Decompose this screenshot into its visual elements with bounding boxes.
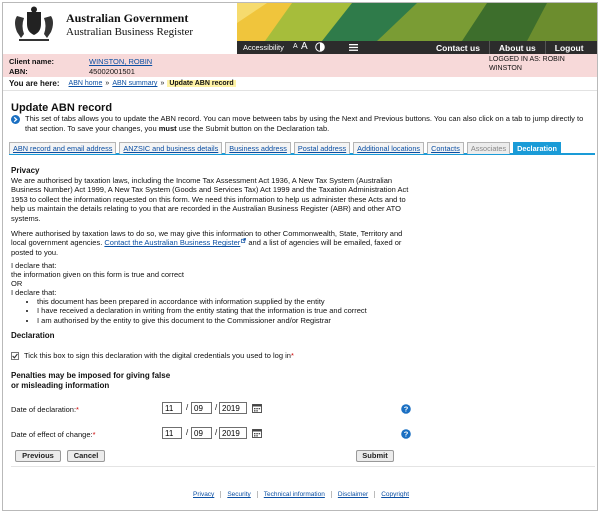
declaration-date-label: Date of declaration:* bbox=[11, 405, 79, 414]
checkbox-label-text: Tick this box to sign this declaration w… bbox=[24, 351, 291, 360]
contact-us-link[interactable]: Contact us bbox=[427, 41, 489, 54]
breadcrumb-abn-summary[interactable]: ABN summary bbox=[112, 80, 157, 87]
abn-label: ABN: bbox=[9, 67, 28, 76]
privacy-paragraph-2: Where authorised by taxation laws to do … bbox=[11, 229, 411, 257]
effect-year-input[interactable] bbox=[219, 427, 247, 439]
accessibility-link[interactable]: Accessibility bbox=[243, 43, 284, 52]
breadcrumb-separator: » bbox=[160, 80, 165, 87]
list-item: this document has been prepared in accor… bbox=[37, 297, 367, 306]
help-icon[interactable]: ? bbox=[401, 429, 411, 439]
list-item: I am authorised by the entity to give th… bbox=[37, 316, 367, 325]
tab-business-address[interactable]: Business address bbox=[225, 142, 291, 154]
page-frame: Australian Government Australian Busines… bbox=[2, 2, 598, 511]
date-separator: / bbox=[186, 428, 189, 437]
required-mark: * bbox=[76, 405, 79, 414]
footer-security-link[interactable]: Security bbox=[220, 491, 256, 498]
date-separator: / bbox=[215, 428, 218, 437]
breadcrumb: You are here: ABN home » ABN summary » U… bbox=[9, 79, 236, 88]
help-icon[interactable]: ? bbox=[401, 404, 411, 414]
date-separator: / bbox=[215, 403, 218, 412]
form-divider bbox=[11, 466, 595, 467]
tab-abn-record-and-email[interactable]: ABN record and email address bbox=[9, 142, 117, 154]
abn-value: 45002001501 bbox=[89, 67, 135, 76]
required-mark: * bbox=[92, 430, 96, 439]
intro-text-end: use the Submit button on the Declaration… bbox=[176, 123, 330, 133]
declaration-month-input[interactable] bbox=[191, 402, 212, 414]
section-tabs: ABN record and email address ANZSIC and … bbox=[9, 142, 595, 155]
declare-or: OR bbox=[11, 279, 23, 288]
header-banner-graphic bbox=[237, 3, 597, 41]
declare-intro-2: I declare that: bbox=[11, 288, 57, 297]
footer-technical-information-link[interactable]: Technical information bbox=[256, 491, 331, 498]
effect-month-input[interactable] bbox=[191, 427, 212, 439]
effect-date-label: Date of effect of change:* bbox=[11, 430, 96, 439]
declare-statement: the information given on this form is tr… bbox=[11, 270, 184, 279]
list-item: I have received a declaration in writing… bbox=[37, 306, 367, 315]
breadcrumb-divider bbox=[3, 90, 597, 91]
svg-text:?: ? bbox=[404, 405, 409, 414]
register-title: Australian Business Register bbox=[66, 26, 194, 38]
penalties-warning: Penalties may be imposed for giving fals… bbox=[11, 371, 171, 390]
checkbox-label: Tick this box to sign this declaration w… bbox=[24, 351, 294, 360]
page-intro: This set of tabs allows you to update th… bbox=[25, 114, 585, 133]
required-mark: * bbox=[290, 351, 294, 360]
effect-date-label-text: Date of effect of change: bbox=[11, 430, 93, 439]
coat-of-arms-logo bbox=[15, 6, 53, 41]
breadcrumb-current: Update ABN record bbox=[167, 80, 236, 87]
client-name-link[interactable]: WINSTON, ROBIN bbox=[89, 57, 152, 66]
site-header: Australian Government Australian Busines… bbox=[3, 3, 597, 54]
about-us-link[interactable]: About us bbox=[488, 41, 545, 54]
header-nav: Contact us About us Logout bbox=[427, 41, 593, 54]
logout-link[interactable]: Logout bbox=[544, 41, 593, 54]
text-size-small-button[interactable]: A bbox=[293, 43, 298, 50]
privacy-heading: Privacy bbox=[11, 166, 40, 175]
tab-anzsic-business-details[interactable]: ANZSIC and business details bbox=[119, 142, 223, 154]
tab-associates: Associates bbox=[466, 142, 511, 154]
breadcrumb-separator: » bbox=[105, 80, 110, 87]
calendar-icon[interactable] bbox=[252, 428, 262, 438]
page-title: Update ABN record bbox=[11, 102, 113, 114]
client-name-label: Client name: bbox=[9, 57, 55, 66]
contrast-icon[interactable] bbox=[315, 42, 325, 52]
checkmark-icon bbox=[12, 353, 18, 359]
breadcrumb-label: You are here: bbox=[9, 79, 60, 88]
client-bar: Client name: WINSTON, ROBIN ABN: 4500200… bbox=[3, 54, 597, 77]
sign-declaration-checkbox[interactable] bbox=[11, 352, 19, 360]
footer-privacy-link[interactable]: Privacy bbox=[187, 491, 220, 498]
effect-day-input[interactable] bbox=[162, 427, 182, 439]
tab-declaration[interactable]: Declaration bbox=[513, 142, 561, 154]
tab-additional-locations[interactable]: Additional locations bbox=[353, 142, 425, 154]
svg-text:?: ? bbox=[404, 430, 409, 439]
contact-abr-link[interactable]: Contact the Australian Business Register bbox=[104, 238, 240, 247]
tab-contacts[interactable]: Contacts bbox=[427, 142, 464, 154]
footer-links: Privacy Security Technical information D… bbox=[187, 491, 415, 498]
gov-title: Australian Government bbox=[66, 11, 189, 25]
footer-copyright-link[interactable]: Copyright bbox=[374, 491, 415, 498]
declare-bullet-list: this document has been prepared in accor… bbox=[37, 297, 367, 325]
date-separator: / bbox=[186, 403, 189, 412]
tab-postal-address[interactable]: Postal address bbox=[293, 142, 351, 154]
info-arrow-icon bbox=[11, 115, 20, 124]
footer-disclaimer-link[interactable]: Disclaimer bbox=[330, 491, 374, 498]
text-size-large-button[interactable]: A bbox=[301, 41, 308, 52]
submit-button[interactable]: Submit bbox=[356, 450, 394, 462]
privacy-paragraph-1: We are authorised by taxation laws, incl… bbox=[11, 176, 409, 223]
intro-emphasis: must bbox=[158, 123, 177, 133]
calendar-icon[interactable] bbox=[252, 403, 262, 413]
declaration-year-input[interactable] bbox=[219, 402, 247, 414]
declaration-day-input[interactable] bbox=[162, 402, 182, 414]
declaration-date-label-text: Date of declaration: bbox=[11, 405, 77, 414]
declaration-heading: Declaration bbox=[11, 331, 55, 340]
declare-intro-1: I declare that: bbox=[11, 261, 57, 270]
cancel-button[interactable]: Cancel bbox=[67, 450, 105, 462]
menu-icon[interactable] bbox=[349, 44, 358, 51]
previous-button[interactable]: Previous bbox=[15, 450, 61, 462]
breadcrumb-abn-home[interactable]: ABN home bbox=[69, 80, 103, 87]
logged-in-status: LOGGED IN AS: ROBIN WINSTON bbox=[489, 56, 565, 72]
header-toolbar: Accessibility A A Contact us About us Lo… bbox=[237, 41, 597, 54]
